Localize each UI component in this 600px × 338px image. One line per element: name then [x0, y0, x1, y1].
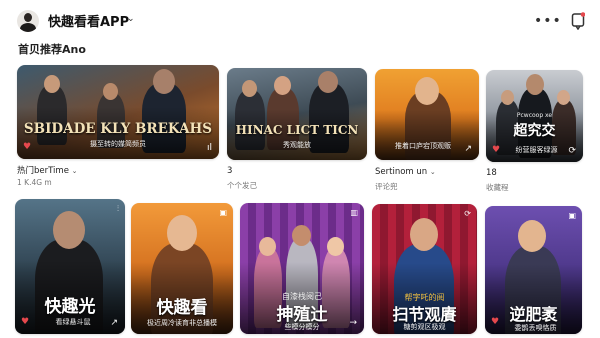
card-meta-sub: 收藏程	[486, 183, 509, 192]
face-shape	[242, 80, 257, 97]
face-shape	[410, 218, 438, 251]
face-shape	[292, 225, 311, 246]
poster-card[interactable]: 逆肥袤 委鹊丢嗅恪质 ▣ ♥	[485, 206, 582, 334]
poster-card[interactable]: 自漆栈阅己 抻殖辻 些模分模分 ▥ →	[240, 203, 364, 334]
arrow-right-icon[interactable]: →	[349, 318, 357, 328]
face-shape	[44, 75, 60, 93]
poster-subtitle: 推着口庐宕顶观贩	[395, 142, 451, 150]
face-shape	[274, 76, 291, 95]
trash-icon[interactable]: ▥	[350, 208, 358, 217]
heart-icon[interactable]: ♥	[492, 145, 500, 155]
poster-shade	[375, 109, 479, 160]
heart-icon[interactable]: ♥	[491, 317, 499, 327]
more-options-icon[interactable]: •••	[534, 13, 562, 29]
tag-icon[interactable]: ⫶	[117, 204, 119, 214]
bookmark-icon[interactable]: ▣	[568, 211, 576, 220]
share-icon[interactable]: ↗	[464, 144, 472, 154]
face-shape	[259, 237, 276, 256]
heart-icon[interactable]: ♥	[23, 142, 31, 152]
poster-card[interactable]: 快趣看 极近周冷读育非总播模 ▣	[131, 203, 233, 334]
poster-card[interactable]: SBIDADE KLY BREKAHS 摄至转的媒简频员 ♥ ıl	[17, 65, 219, 159]
heart-icon[interactable]: ♥	[21, 317, 29, 327]
face-shape	[53, 211, 85, 249]
card-meta-sub: 1 K.4G m	[17, 178, 52, 187]
card-meta-sub: 评论兜	[375, 182, 398, 191]
poster-subtitle: 极近周冷读育非总播模	[147, 319, 217, 327]
card-meta-label: 热门berTime ⌄	[17, 164, 78, 176]
audio-icon[interactable]: ıl	[207, 143, 212, 153]
poster-subtitle: 些模分模分	[284, 323, 320, 331]
poster-card[interactable]: Pcwcoop xe 超究交 纷营服客绿源 ♥ ⟳	[486, 70, 583, 162]
card-meta-label: 18	[486, 168, 497, 178]
chevron-down-icon[interactable]: ⌄	[430, 168, 436, 176]
face-shape	[153, 69, 175, 94]
card-meta-label: Sertinom un ⌄	[375, 167, 436, 177]
face-shape	[318, 71, 338, 93]
poster-card[interactable]: 帮字吒的阅 扫节观賡 糖剪观区极观 ⟳	[372, 204, 477, 334]
poster-title: 快趣看	[156, 298, 208, 318]
app-title[interactable]: 快趣看看APP	[48, 11, 129, 30]
poster-subtitle: 秀观能放	[283, 141, 311, 149]
poster-title: HINAC LICT TICN	[235, 123, 359, 137]
poster-title: 超究交	[513, 123, 556, 139]
poster-subtitle: 委鹊丢嗅恪质	[514, 324, 557, 332]
bookmark-icon[interactable]: ▣	[219, 208, 227, 217]
chevron-down-icon[interactable]: ⌄	[127, 14, 135, 24]
card-meta-text: 热门berTime	[17, 166, 69, 176]
chevron-down-icon[interactable]: ⌄	[72, 167, 78, 175]
poster-card[interactable]: 推着口庐宕顶观贩 ↗	[375, 69, 479, 160]
share-icon[interactable]: ↗	[110, 318, 118, 328]
face-shape	[103, 83, 118, 100]
face-shape	[557, 90, 570, 105]
card-meta-label: 3	[227, 166, 233, 176]
top-header: 快趣看看APP ⌄ •••	[0, 0, 600, 40]
face-shape	[327, 237, 344, 256]
poster-card[interactable]: HINAC LICT TICN 秀观能放	[227, 68, 367, 160]
poster-title: 快趣光	[44, 297, 96, 317]
section-title: 首贝推荐Ano	[18, 43, 86, 56]
face-shape	[167, 215, 197, 251]
poster-subtitle: 摄至转的媒简频员	[90, 140, 146, 148]
avatar-body-shape	[20, 23, 36, 32]
poster-title: 逆肥袤	[509, 305, 558, 324]
repeat-icon[interactable]: ⟳	[568, 146, 576, 156]
poster-subtitle: 看绿悬斗鼠	[55, 318, 91, 326]
card-meta-sub: 个个发己	[227, 181, 257, 190]
app-home-screen: 快趣看看APP ⌄ ••• 首贝推荐Ano SBIDADE KLY BREKAH…	[0, 0, 600, 338]
card-meta-text: Sertinom un	[375, 167, 428, 177]
face-shape	[415, 77, 439, 105]
face-shape	[526, 74, 544, 95]
face-shape	[518, 220, 546, 252]
face-shape	[501, 90, 514, 105]
avatar[interactable]	[17, 10, 39, 32]
notification-icon[interactable]	[571, 12, 585, 30]
poster-subtitle: 糖剪观区极观	[403, 323, 446, 331]
avatar-head-shape	[24, 13, 32, 22]
poster-title: SBIDADE KLY BREKAHS	[23, 121, 213, 137]
refresh-icon[interactable]: ⟳	[464, 209, 471, 218]
poster-tagline: Pcwcoop xe	[516, 112, 553, 119]
poster-card[interactable]: 快趣光 看绿悬斗鼠 ⫶ ♥ ↗	[15, 199, 125, 334]
